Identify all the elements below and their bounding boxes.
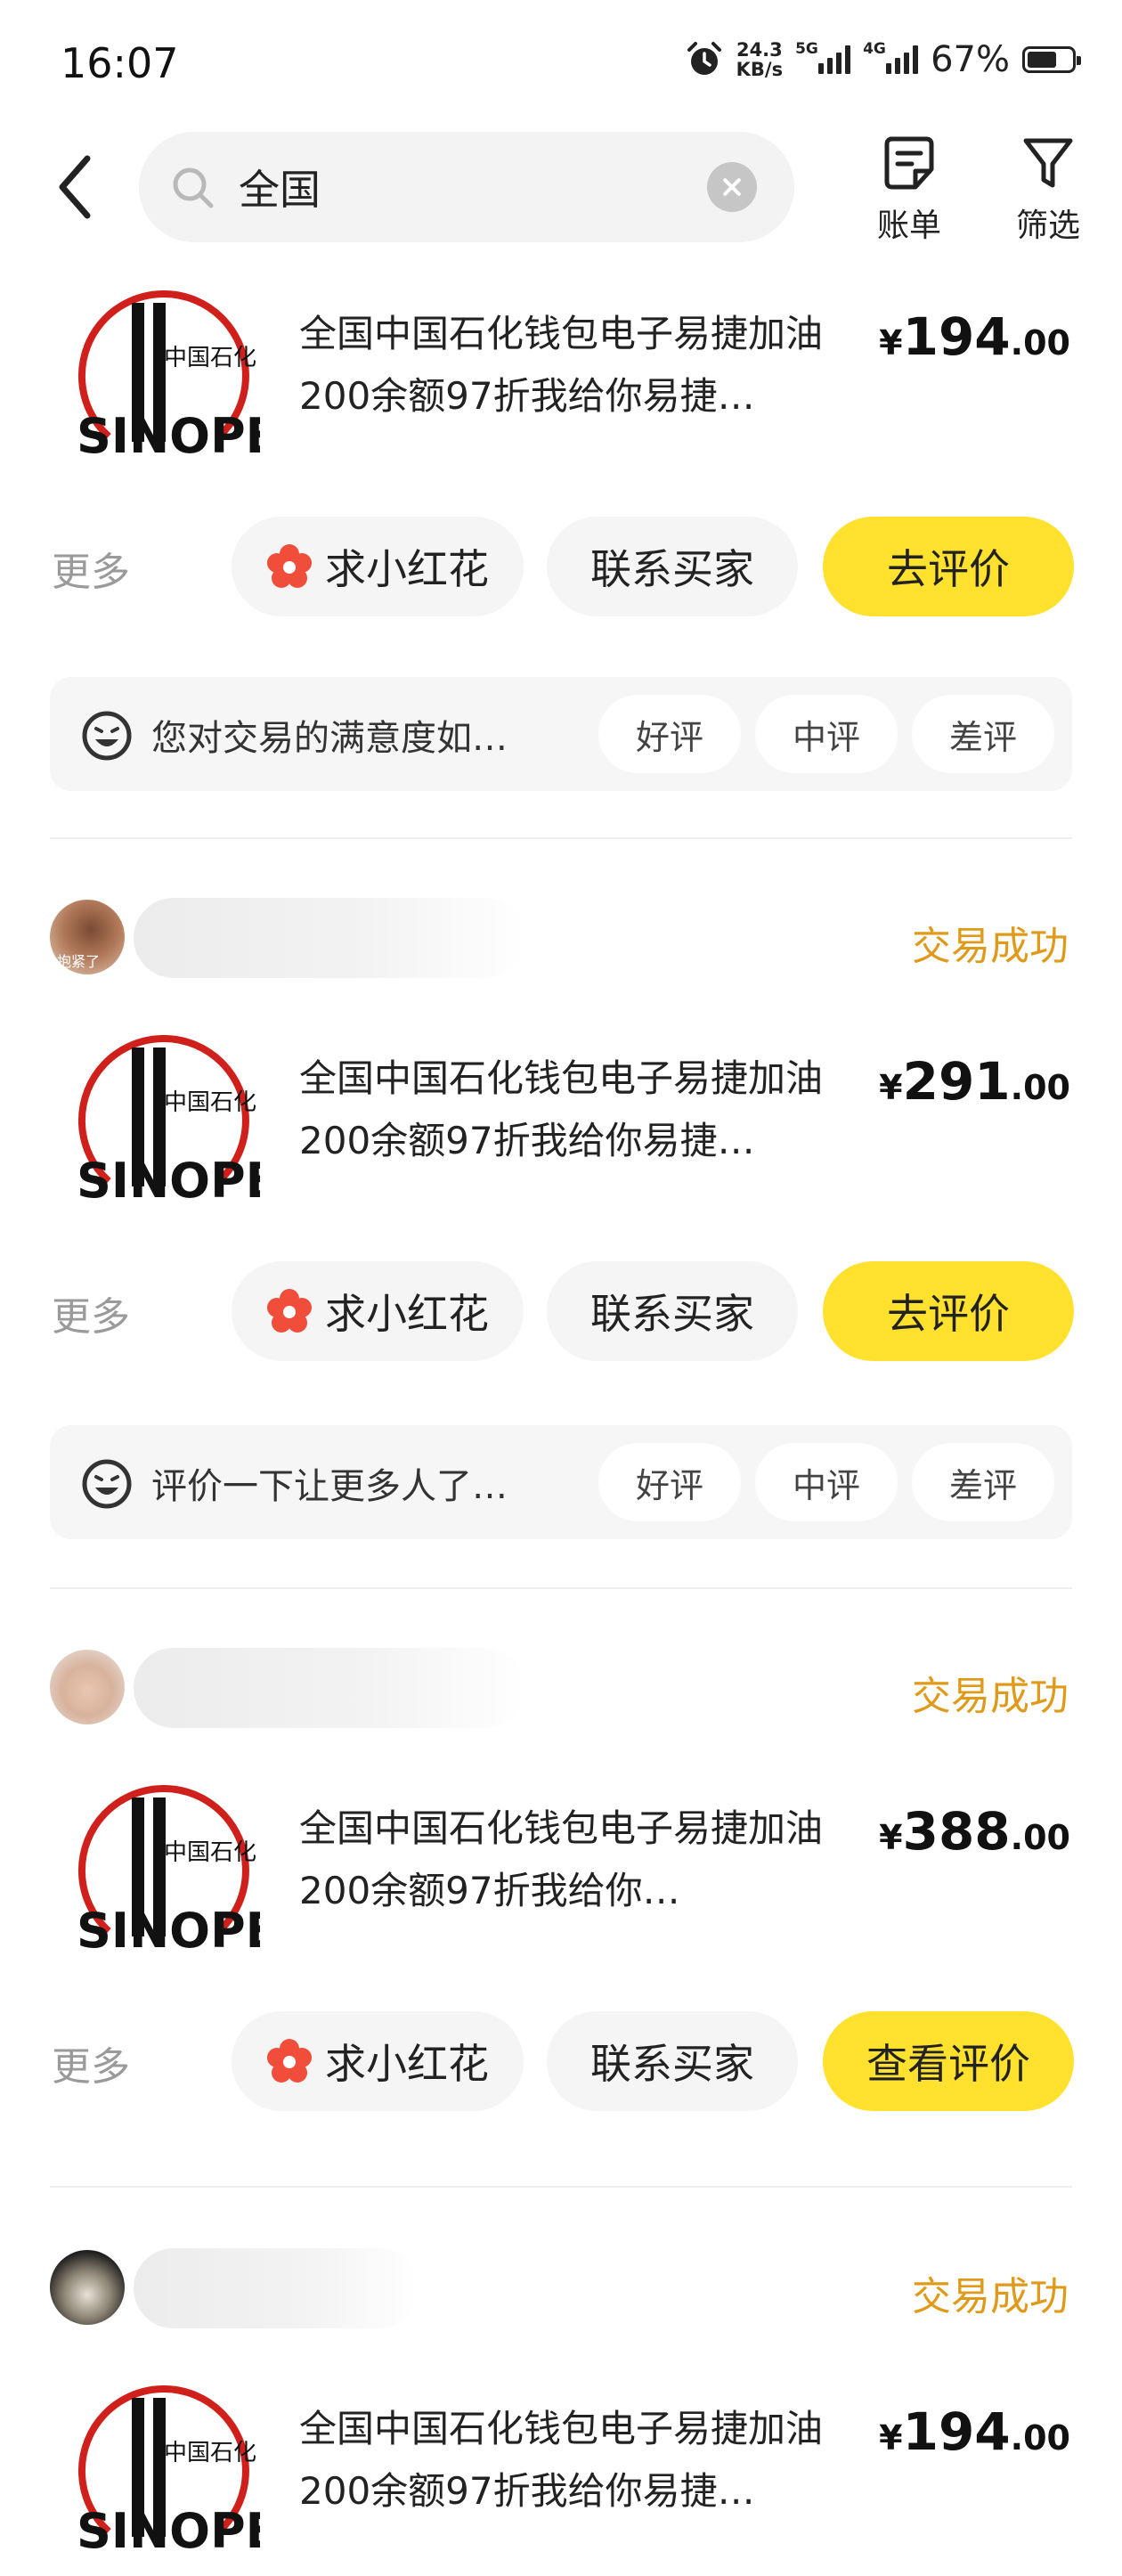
product-title: 全国中国石化钱包电子易捷加油200余额97折我给你易捷…	[299, 312, 824, 418]
order-card: 交易成功 全国中国石化钱包电子易捷加油200余额97折我给你易捷… ¥194.0…	[0, 2246, 1122, 2576]
rating-bar: 您对交易的满意度如… 好评 中评 差评	[50, 677, 1072, 791]
product-row[interactable]: 全国中国石化钱包电子易捷加油200余额97折我给你易捷… ¥291.00	[0, 1012, 1122, 1226]
product-row[interactable]: 全国中国石化钱包电子易捷加油200余额97折我给你易捷… ¥194.00	[0, 2362, 1122, 2576]
bill-icon	[884, 136, 934, 190]
filter-button[interactable]: 筛选	[999, 134, 1097, 246]
seller-name-blurred	[134, 2248, 419, 2328]
product-price: ¥291.00	[879, 1051, 1070, 1112]
order-status: 交易成功	[912, 2274, 1069, 2319]
net-speed: 24.3 KB/s	[736, 39, 784, 80]
flower-button[interactable]: 求小红花	[232, 517, 524, 616]
rating-bad-button[interactable]: 差评	[912, 1443, 1054, 1521]
flower-icon	[267, 544, 312, 588]
action-row: 更多 求小红花 联系买家 查看评价	[0, 2008, 1122, 2115]
review-button[interactable]: 去评价	[823, 1261, 1074, 1361]
rating-bar: 评价一下让更多人了… 好评 中评 差评	[50, 1425, 1072, 1539]
product-title: 全国中国石化钱包电子易捷加油200余额97折我给你易捷…	[299, 1056, 824, 1162]
contact-buyer-button[interactable]: 联系买家	[547, 2011, 798, 2111]
chevron-left-icon[interactable]	[50, 151, 103, 223]
product-price: ¥194.00	[879, 306, 1070, 367]
review-button[interactable]: 去评价	[823, 517, 1074, 616]
contact-buyer-button[interactable]: 联系买家	[547, 1261, 798, 1361]
status-bar: 16:07 24.3 KB/s 5G 4G 67%	[0, 0, 1122, 134]
product-title: 全国中国石化钱包电子易捷加油200余额97折我给你易捷…	[299, 2407, 824, 2513]
seller-name-blurred	[134, 898, 525, 978]
product-thumbnail	[64, 1773, 260, 1969]
more-button[interactable]: 更多	[52, 1284, 130, 1341]
search-bar[interactable]	[139, 132, 794, 242]
rating-prompt: 您对交易的满意度如…	[151, 718, 508, 759]
search-icon	[173, 167, 214, 208]
product-price: ¥388.00	[879, 1801, 1070, 1862]
order-status: 交易成功	[912, 924, 1069, 969]
divider	[50, 837, 1072, 839]
status-icons: 24.3 KB/s 5G 4G 67%	[685, 39, 1081, 80]
product-thumbnail	[64, 2373, 260, 2569]
rating-good-button[interactable]: 好评	[598, 1443, 741, 1521]
action-row: 更多 求小红花 联系买家 去评价	[0, 1258, 1122, 1365]
flower-icon	[267, 1289, 312, 1333]
alarm-icon	[687, 42, 721, 75]
action-row: 更多 求小红花 联系买家 去评价	[0, 513, 1122, 620]
bill-button[interactable]: 账单	[860, 134, 958, 246]
seller-name-blurred	[134, 1648, 525, 1728]
product-price: ¥194.00	[879, 2401, 1070, 2462]
divider	[50, 1587, 1072, 1589]
filter-label: 筛选	[1015, 208, 1080, 244]
rating-prompt: 评价一下让更多人了…	[151, 1466, 508, 1507]
status-time: 16:07	[61, 39, 179, 87]
rating-mid-button[interactable]: 中评	[755, 1443, 898, 1521]
avatar[interactable]	[50, 1650, 125, 1724]
avatar-caption: 抱紧了	[57, 953, 101, 970]
product-row[interactable]: 全国中国石化钱包电子易捷加油200余额97折我给你… ¥388.00	[0, 1762, 1122, 1976]
order-status: 交易成功	[912, 1674, 1069, 1719]
product-thumbnail	[64, 1023, 260, 1219]
product-title: 全国中国石化钱包电子易捷加油200余额97折我给你…	[299, 1806, 824, 1912]
seller-row[interactable]: 交易成功	[0, 1646, 1122, 1728]
seller-row[interactable]: 交易成功	[0, 2246, 1122, 2328]
flower-icon	[267, 2039, 312, 2083]
avatar[interactable]: 抱紧了	[50, 900, 125, 974]
filter-icon	[1023, 138, 1073, 188]
battery-percent: 67%	[931, 39, 1010, 80]
rating-bad-button[interactable]: 差评	[912, 695, 1054, 773]
bill-label: 账单	[876, 208, 941, 244]
order-card: 抱紧了 交易成功 全国中国石化钱包电子易捷加油200余额97折我给你易捷… ¥2…	[0, 896, 1122, 1539]
rating-good-button[interactable]: 好评	[598, 695, 741, 773]
avatar[interactable]	[50, 2250, 125, 2325]
rating-mid-button[interactable]: 中评	[755, 695, 898, 773]
search-input[interactable]	[237, 162, 739, 212]
product-row[interactable]: 全国中国石化钱包电子易捷加油200余额97折我给你易捷… ¥194.00	[0, 267, 1122, 481]
more-button[interactable]: 更多	[52, 2034, 130, 2091]
signal-icon-2: 4G	[863, 40, 919, 74]
view-review-button[interactable]: 查看评价	[823, 2011, 1074, 2111]
signal-icon: 5G	[795, 40, 851, 74]
battery-icon	[1022, 46, 1081, 73]
flower-button[interactable]: 求小红花	[232, 1261, 524, 1361]
order-card: 交易成功 全国中国石化钱包电子易捷加油200余额97折我给你… ¥388.00 …	[0, 1646, 1122, 2115]
smile-face-icon	[82, 1459, 132, 1509]
clear-icon[interactable]	[707, 162, 757, 212]
smile-face-icon	[82, 711, 132, 761]
order-card: 全国中国石化钱包电子易捷加油200余额97折我给你易捷… ¥194.00 更多 …	[0, 267, 1122, 791]
more-button[interactable]: 更多	[52, 540, 130, 597]
product-thumbnail	[64, 278, 260, 474]
seller-row[interactable]: 抱紧了 交易成功	[0, 896, 1122, 978]
divider	[50, 2186, 1072, 2188]
flower-button[interactable]: 求小红花	[232, 2011, 524, 2111]
contact-buyer-button[interactable]: 联系买家	[547, 517, 798, 616]
